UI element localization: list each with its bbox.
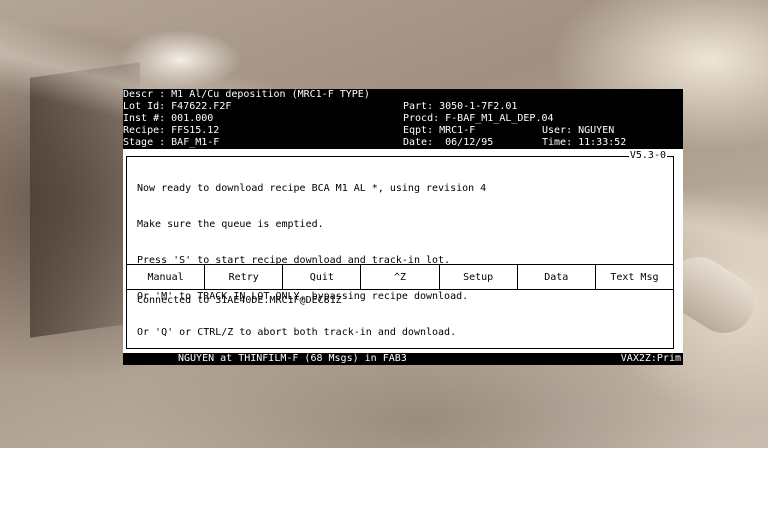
status-bar: NGUYEN at THINFILM-F (68 Msgs) in FAB3 V… xyxy=(123,353,683,365)
user-field: User: NGUYEN xyxy=(542,125,615,136)
data-button[interactable]: Data xyxy=(518,265,596,289)
procd-field: Procd: F-BAF_M1_AL_DEP.04 xyxy=(403,113,554,124)
recipe-field: Recipe: FFS15.12 xyxy=(123,125,220,136)
function-button-bar: Manual Retry Quit ^Z Setup Data Text Msg xyxy=(127,264,673,290)
main-panel: V5.3-0 Now ready to download recipe BCA … xyxy=(123,149,683,353)
status-node: VAX2Z:Prim xyxy=(620,353,681,364)
retry-button[interactable]: Retry xyxy=(205,265,284,289)
message-line: Or 'Q' or CTRL/Z to abort both track-in … xyxy=(137,327,457,338)
part-field: Part: 3050-1-7F2.01 xyxy=(403,101,518,112)
quit-button[interactable]: Quit xyxy=(283,265,362,289)
lot-id-field: Lot Id: F47622.F2F xyxy=(123,101,232,112)
setup-button[interactable]: Setup xyxy=(440,265,518,289)
instruction-message: Now ready to download recipe BCA M1 AL *… xyxy=(137,159,486,363)
inst-field: Inst #: 001.000 xyxy=(123,113,214,124)
status-user-info: NGUYEN at THINFILM-F (68 Msgs) in FAB3 xyxy=(178,353,407,364)
date-field: Date: 06/12/95 xyxy=(403,137,494,148)
descr-field: Descr : M1 Al/Cu deposition (MRC1-F TYPE… xyxy=(123,89,370,100)
message-line: Now ready to download recipe BCA M1 AL *… xyxy=(137,183,487,194)
message-frame: V5.3-0 Now ready to download recipe BCA … xyxy=(126,150,674,349)
message-line: Make sure the queue is emptied. xyxy=(137,219,324,230)
ctrl-z-button[interactable]: ^Z xyxy=(361,265,440,289)
terminal-window: Descr : M1 Al/Cu deposition (MRC1-F TYPE… xyxy=(123,89,683,365)
eqpt-field: Eqpt: MRC1-F xyxy=(403,125,476,136)
time-field: Time: 11:33:52 xyxy=(542,137,627,148)
manual-button[interactable]: Manual xyxy=(127,265,206,289)
version-label: V5.3-0 xyxy=(628,150,667,162)
text-msg-button[interactable]: Text Msg xyxy=(596,265,673,289)
connection-status: Connected to 31AE40DE.MRC1F@DEC81Z xyxy=(137,295,342,306)
lot-info-header: Descr : M1 Al/Cu deposition (MRC1-F TYPE… xyxy=(123,89,683,149)
stage-field: Stage : BAF_M1-F xyxy=(123,137,220,148)
